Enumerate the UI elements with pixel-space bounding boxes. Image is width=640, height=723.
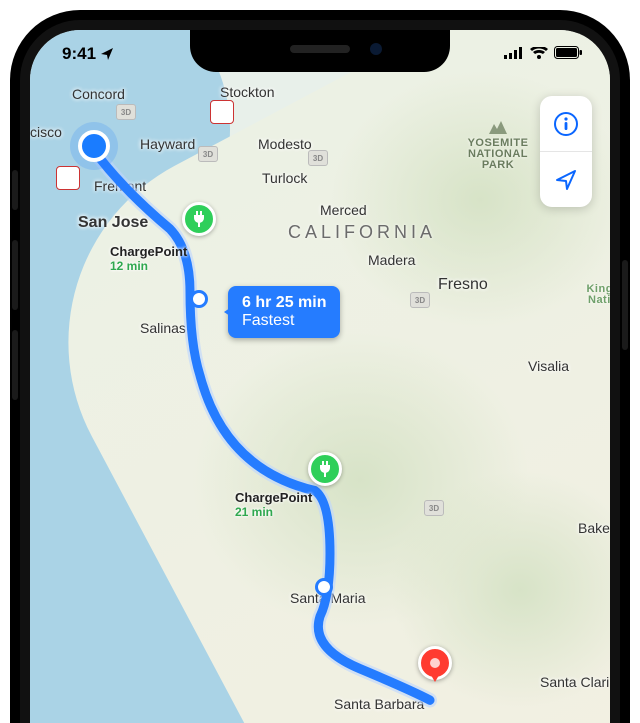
map-info-button[interactable] bbox=[540, 96, 592, 151]
plug-icon bbox=[318, 461, 332, 477]
plug-icon bbox=[192, 211, 206, 227]
location-arrow-icon bbox=[100, 47, 114, 61]
charging-stop-pin[interactable] bbox=[308, 452, 342, 486]
speaker-grille bbox=[290, 45, 350, 53]
mute-switch bbox=[12, 170, 18, 210]
destination-pin[interactable] bbox=[418, 646, 452, 680]
pin-dot-icon bbox=[430, 658, 440, 668]
front-camera bbox=[370, 43, 382, 55]
charging-stop-label: ChargePoint 21 min bbox=[235, 490, 312, 519]
current-location-dot[interactable] bbox=[78, 130, 110, 162]
volume-down-button bbox=[12, 330, 18, 400]
route-duration: 6 hr 25 min bbox=[242, 294, 326, 312]
device-notch bbox=[190, 30, 450, 72]
map-controls-panel bbox=[540, 96, 592, 207]
charging-stop-pin[interactable] bbox=[182, 202, 216, 236]
route-waypoint bbox=[315, 578, 333, 596]
screen: CALIFORNIA YOSEMITE NATIONAL PARK Kings … bbox=[30, 30, 610, 723]
map-canvas[interactable]: CALIFORNIA YOSEMITE NATIONAL PARK Kings … bbox=[30, 30, 610, 723]
wifi-icon bbox=[530, 47, 548, 59]
phone-frame: CALIFORNIA YOSEMITE NATIONAL PARK Kings … bbox=[10, 10, 630, 723]
location-arrow-icon bbox=[554, 168, 578, 192]
cellular-signal-icon bbox=[504, 47, 524, 59]
battery-icon bbox=[554, 46, 582, 59]
info-icon bbox=[553, 111, 579, 137]
status-time: 9:41 bbox=[62, 44, 96, 64]
side-button bbox=[622, 260, 628, 350]
volume-up-button bbox=[12, 240, 18, 310]
charging-stop-label: ChargePoint 12 min bbox=[110, 244, 187, 273]
map-tracking-button[interactable] bbox=[540, 151, 592, 207]
route-note: Fastest bbox=[242, 312, 326, 330]
route-waypoint bbox=[190, 290, 208, 308]
route-callout[interactable]: 6 hr 25 min Fastest bbox=[228, 286, 340, 338]
